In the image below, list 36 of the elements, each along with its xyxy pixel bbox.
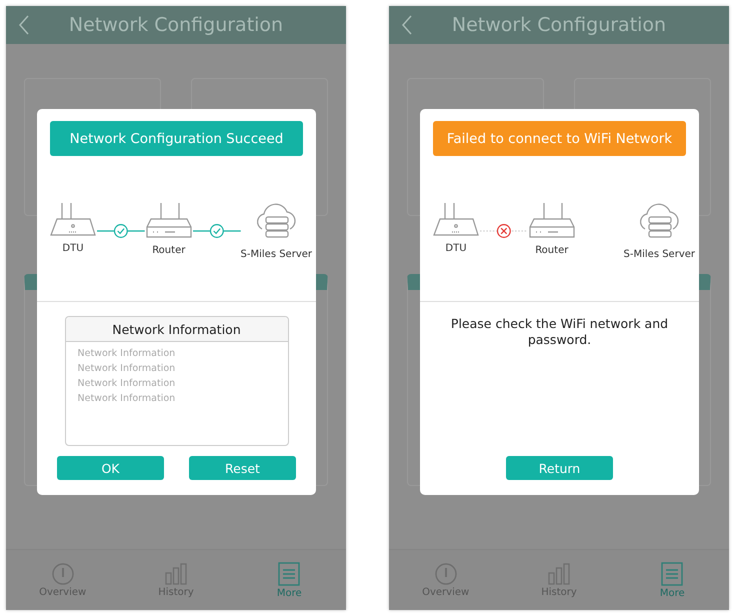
tab[interactable]: More (254, 562, 324, 598)
failed-link-icon (480, 221, 528, 241)
list-icon (278, 562, 300, 586)
router-icon (432, 201, 480, 237)
info-line: Network Information (78, 348, 176, 359)
tab[interactable]: More (637, 562, 708, 598)
dialog-button[interactable]: OK (57, 456, 164, 480)
router-icon (528, 201, 576, 239)
dialog-button[interactable]: Reset (189, 456, 296, 480)
info-line: Network Information (78, 393, 176, 404)
device-label: S-Miles Server (240, 249, 312, 260)
connected-link-icon (97, 221, 145, 241)
status-banner: Failed to connect to WiFi Network (433, 121, 686, 156)
device-label: S-Miles Server (624, 249, 696, 260)
info-line: Network Information (78, 363, 176, 374)
back-icon[interactable] (401, 15, 413, 35)
router-icon (49, 201, 97, 237)
device-label: Router (535, 245, 568, 256)
device-label: DTU (62, 243, 84, 254)
device-label: DTU (445, 243, 467, 254)
bar-chart-icon (164, 562, 187, 584)
screen-title: Network Configuration (68, 14, 284, 36)
screen-title: Network Configuration (452, 14, 666, 36)
gauge-icon (52, 562, 74, 584)
info-line: Network Information (78, 378, 176, 389)
connected-link-icon (192, 221, 241, 241)
bar-chart-icon (548, 562, 570, 584)
list-icon (661, 562, 684, 586)
dialog-button[interactable]: Return (506, 456, 613, 480)
back-icon[interactable] (18, 15, 30, 35)
gauge-icon (434, 562, 457, 584)
router-icon (144, 201, 193, 239)
device-label: Router (152, 245, 186, 256)
status-banner: Network Configuration Succeed (50, 121, 303, 156)
error-message: Please check the WiFi network and password. (450, 316, 670, 348)
info-heading: Network Information (66, 317, 288, 342)
